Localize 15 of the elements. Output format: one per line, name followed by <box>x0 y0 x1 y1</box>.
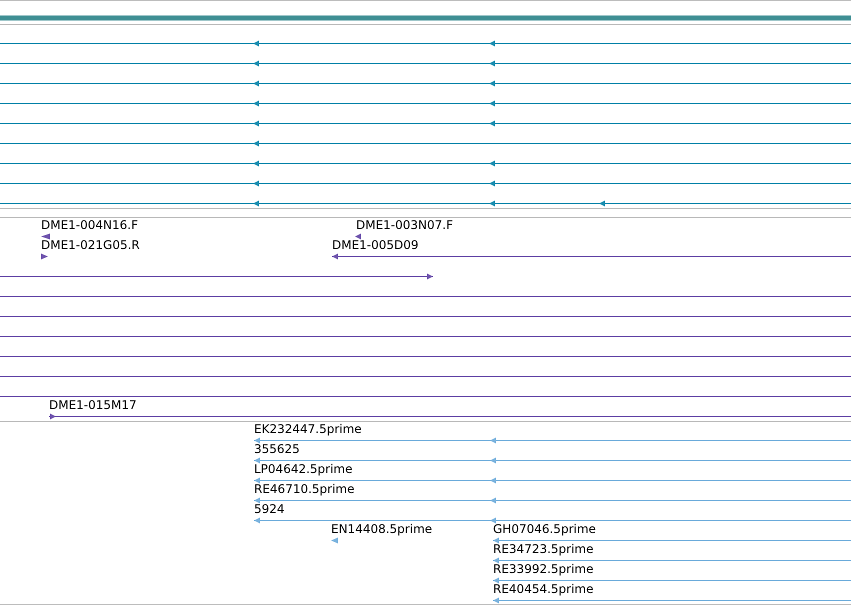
feature-label: 5924 <box>254 502 285 516</box>
feature-label: RE34723.5prime <box>493 542 594 556</box>
feature-label: DME1-003N07.F <box>356 218 454 232</box>
feature-label: DME1-021G05.R <box>41 238 140 252</box>
feature-label: RE40454.5prime <box>493 582 594 596</box>
feature-label: DME1-004N16.F <box>41 218 138 232</box>
feature-label: EK232447.5prime <box>254 422 362 436</box>
feature-label: LP04642.5prime <box>254 462 353 476</box>
feature-label: RE33992.5prime <box>493 562 594 576</box>
feature-label: GH07046.5prime <box>493 522 596 536</box>
feature-label: 355625 <box>254 442 300 456</box>
feature-label: DME1-015M17 <box>49 398 137 412</box>
feature-label: RE46710.5prime <box>254 482 354 496</box>
feature-label: EN14408.5prime <box>331 522 432 536</box>
feature-label: DME1-005D09 <box>332 238 419 252</box>
